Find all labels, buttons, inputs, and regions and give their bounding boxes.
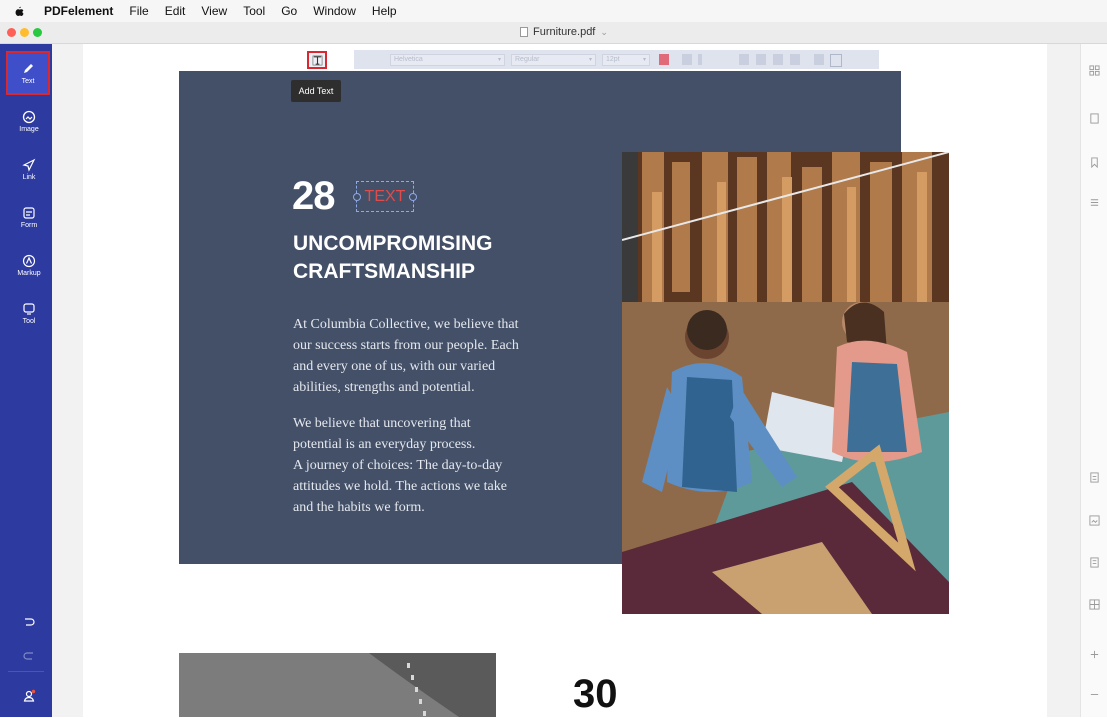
zoom-window-button[interactable] [33, 28, 42, 37]
align-left-button[interactable] [739, 54, 749, 65]
paragraph-line: our success starts from our people. Each [293, 338, 519, 353]
mac-menubar: PDFelement File Edit View Tool Go Window… [0, 0, 1107, 22]
properties-icon[interactable] [1088, 471, 1100, 483]
tool-icon [23, 302, 35, 315]
redo-icon [23, 652, 33, 660]
italic-button[interactable] [698, 54, 702, 65]
menu-file[interactable]: File [129, 4, 148, 18]
link-icon [22, 158, 36, 172]
minimize-window-button[interactable] [20, 28, 29, 37]
sidebar-item-text[interactable]: Text [6, 51, 50, 95]
next-section-number: 30 [573, 672, 618, 716]
text-color-button[interactable] [659, 54, 669, 65]
pencil-icon [24, 63, 33, 73]
close-window-button[interactable] [7, 28, 16, 37]
tool-sidebar: Text Image Link Form Markup Tool [0, 44, 52, 717]
craftsmanship-photo[interactable] [622, 152, 949, 614]
sidebar-item-form[interactable]: Form [7, 196, 51, 238]
menu-go[interactable]: Go [281, 4, 297, 18]
font-style-select[interactable]: Regular ▾ [511, 54, 596, 66]
paragraph-line: potential is an everyday process. [293, 437, 476, 452]
image-icon [22, 110, 36, 123]
align-center-button[interactable] [756, 54, 766, 65]
text-box-placeholder[interactable]: TEXT [353, 181, 417, 212]
paragraph-line: abilities, strengths and potential. [293, 380, 475, 395]
bold-button[interactable] [682, 54, 692, 65]
page-icon[interactable] [1088, 112, 1100, 124]
zoom-in-icon[interactable] [1088, 648, 1100, 660]
sidebar-item-tool[interactable]: Tool [7, 292, 51, 334]
menu-app-name[interactable]: PDFelement [44, 4, 113, 18]
document-title: Furniture.pdf [533, 26, 596, 38]
right-tool-panel [1080, 44, 1107, 717]
text-edit-toolbar: Helvetica ▾ Regular ▾ 12pt ▾ [354, 50, 879, 69]
sidebar-item-label: Tool [22, 317, 36, 325]
body-paragraph-1: At Columbia Collective, we believe that … [293, 314, 593, 398]
align-justify-button[interactable] [790, 54, 800, 65]
page-heading: UNCOMPROMISING CRAFTSMANSHIP [293, 230, 593, 286]
add-text-tooltip: Add Text [291, 80, 341, 102]
add-text-button[interactable] [307, 51, 327, 69]
form-icon [23, 206, 35, 219]
sidebar-item-image[interactable]: Image [7, 100, 51, 142]
paragraph-line: We believe that uncovering that [293, 416, 471, 431]
zoom-out-icon[interactable] [1088, 688, 1100, 700]
heading-line: CRAFTSMANSHIP [293, 260, 475, 283]
menu-edit[interactable]: Edit [165, 4, 186, 18]
lower-page-photo[interactable] [179, 653, 496, 717]
menu-help[interactable]: Help [372, 4, 397, 18]
resize-handle[interactable] [409, 193, 417, 201]
menu-window[interactable]: Window [313, 4, 356, 18]
document-icon [520, 27, 528, 37]
bookmark-icon[interactable] [1088, 156, 1100, 168]
paragraph-line: A journey of choices: The day-to-day [293, 458, 503, 473]
menu-view[interactable]: View [201, 4, 227, 18]
menu-tool[interactable]: Tool [243, 4, 265, 18]
document-canvas[interactable]: Helvetica ▾ Regular ▾ 12pt ▾ Add Text 28 TE… [52, 44, 1080, 717]
sidebar-item-markup[interactable]: Markup [7, 244, 51, 286]
paragraph-line: and the habits we form. [293, 500, 425, 515]
markup-icon [22, 254, 36, 267]
text-option-button[interactable] [814, 54, 824, 65]
sidebar-divider [8, 671, 44, 672]
sidebar-item-label: Form [20, 221, 38, 229]
sidebar-item-label: Text [21, 77, 35, 85]
undo-icon [25, 618, 35, 626]
outline-icon[interactable] [1088, 196, 1100, 208]
body-paragraph-2: We believe that uncovering that potentia… [293, 413, 593, 518]
split-panel-icon[interactable] [1088, 598, 1100, 610]
text-box-content: TEXT [364, 187, 406, 205]
sidebar-item-label: Image [19, 125, 39, 133]
form-panel-icon[interactable] [1088, 556, 1100, 568]
sidebar-item-link[interactable]: Link [7, 148, 51, 190]
align-right-button[interactable] [773, 54, 783, 65]
chevron-down-icon: ⌄ [600, 26, 608, 37]
user-icon [23, 689, 36, 702]
paragraph-line: and every one of us, with our varied [293, 359, 496, 374]
window-title[interactable]: Furniture.pdf ⌄ [520, 26, 608, 38]
page-section-number: 28 [292, 174, 335, 218]
sidebar-item-label: Markup [17, 269, 41, 277]
font-family-select[interactable]: Helvetica ▾ [390, 54, 505, 66]
add-text-icon [312, 55, 322, 65]
thumbnail-icon[interactable] [1088, 64, 1100, 76]
text-box-button[interactable] [830, 54, 842, 67]
font-size-select[interactable]: 12pt ▾ [602, 54, 650, 66]
window-titlebar: Furniture.pdf ⌄ [0, 22, 1107, 44]
image-panel-icon[interactable] [1088, 514, 1100, 526]
account-button[interactable] [7, 674, 51, 718]
sidebar-item-label: Link [22, 173, 36, 181]
redo-button[interactable] [7, 634, 51, 676]
paragraph-line: At Columbia Collective, we believe that [293, 317, 519, 332]
heading-line: UNCOMPROMISING [293, 232, 493, 255]
apple-icon[interactable] [12, 4, 26, 18]
resize-handle[interactable] [353, 193, 361, 201]
paragraph-line: attitudes we hold. The actions we take [293, 479, 507, 494]
